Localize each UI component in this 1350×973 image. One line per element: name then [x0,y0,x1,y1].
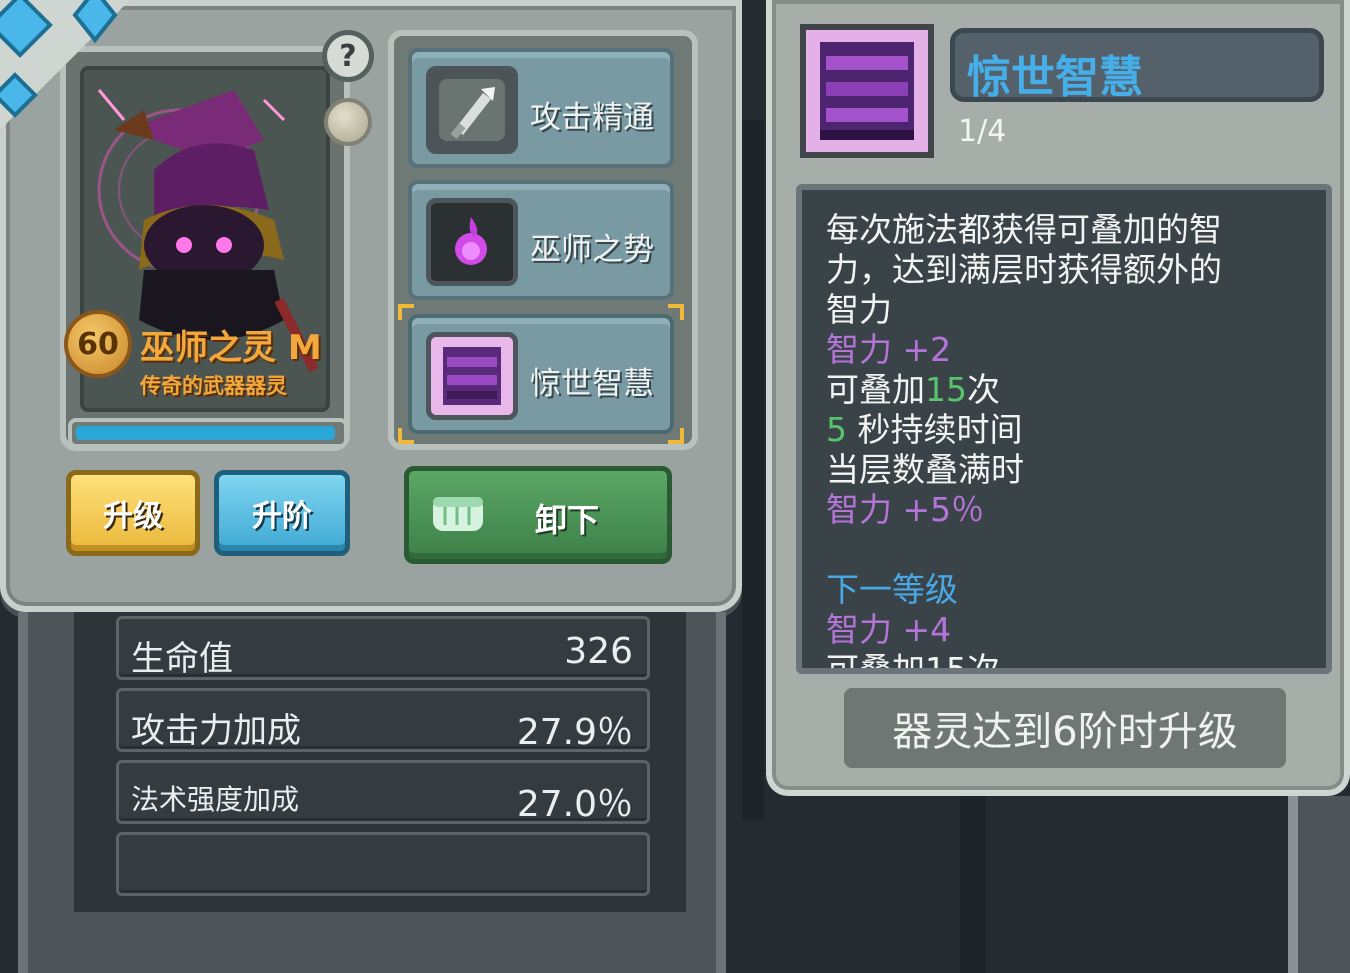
description-segment: 智力 [826,290,892,329]
stat-row-spell-power-bonus: 法术强度加成 27.0％ [116,760,650,825]
description-segment: 智力 +2 [826,330,952,369]
stat-label: 生命值 [131,639,233,679]
description-segment: 次 [967,370,1000,409]
description-segment: 智力 +4 [826,610,952,649]
description-line: 当层数叠满时 [826,450,1326,490]
skill-label: 巫师之势 [530,232,654,268]
description-line: 智力 [826,290,1326,330]
level-badge: 60 [64,310,132,378]
stat-label: 法术强度加成 [131,783,300,816]
spirit-progress-bar [68,418,348,448]
skill-list: 攻击精通 巫师之势 惊世智慧 [388,30,698,450]
description-segment: 当层数叠满时 [826,450,1024,489]
upgrade-button[interactable]: 升级 [66,470,200,556]
stat-value: 27.9％ [516,712,633,753]
unequip-button[interactable]: 卸下 [404,466,672,564]
description-segment: 秒持续时间 [847,410,1023,449]
skill-slot-attack-mastery[interactable]: 攻击精通 [408,48,674,168]
description-line [826,530,1326,570]
selection-corner [398,428,414,444]
selection-corner [668,304,684,320]
background-crack [742,120,764,820]
upgrade-requirement: 器灵达到6阶时升级 [844,688,1286,768]
description-line: 5 秒持续时间 [826,410,1326,450]
skill-label: 惊世智慧 [530,366,654,402]
description-segment: 每次施法都获得可叠加的智 [826,210,1222,249]
sword-mastery-icon [426,66,518,154]
description-segment: 15 [925,370,967,409]
spirit-rarity: 传奇的武器器灵 [140,374,287,398]
skill-slot-wizard-momentum[interactable]: 巫师之势 [408,180,674,300]
tooltip-description[interactable]: 每次施法都获得可叠加的智 力，达到满层时获得额外的 智力 智力 +2 可叠加15次 5 秒… [796,184,1332,674]
stat-row-health: 生命值 326 [116,616,650,680]
description-line: 智力 +2 [826,330,1326,370]
purple-tome-icon [426,332,518,420]
description-line: 力，达到满层时获得额外的 [826,250,1326,290]
stat-row-empty [116,832,650,896]
stat-value: 27.0％ [516,784,633,825]
description-line: 可叠加15次 [826,370,1326,410]
unequip-label: 卸下 [535,501,600,539]
help-button[interactable]: ? [322,30,374,82]
spirit-progress-fill [76,426,335,440]
skill-label: 攻击精通 [530,100,654,136]
corner-gem-decoration [0,0,130,130]
stats-list: 生命值 326 攻击力加成 27.9％ 法术强度加成 27.0％ [74,612,686,912]
description-line: 每次施法都获得可叠加的智 [826,210,1326,250]
fist-icon [433,497,483,531]
description-segment: 可叠加15次 [826,650,1000,674]
tooltip-title-box: 惊世智慧 [950,28,1324,103]
spirit-name: 巫师之灵 M [140,328,322,368]
adjacent-panel-edge [1288,796,1350,973]
stats-panel: 生命值 326 攻击力加成 27.9％ 法术强度加成 27.0％ [18,612,726,973]
stat-value: 326 [564,631,633,672]
stat-row-attack-bonus: 攻击力加成 27.9％ [116,688,650,753]
selection-corner [398,304,414,320]
description-segment: 智力 +5％ [826,490,985,529]
orb-icon[interactable] [324,98,372,146]
description-line: 智力 +4 [826,610,1326,650]
purple-tome-icon [800,24,934,158]
description-segment: 力，达到满层时获得额外的 [826,250,1222,289]
tooltip-title: 惊世智慧 [967,52,1143,103]
description-segment: 5 [826,410,847,449]
description-line: 智力 +5％ [826,490,1326,530]
advance-button[interactable]: 升阶 [214,470,350,556]
purple-flame-icon [426,198,518,286]
skill-level: 1/4 [958,114,1007,149]
description-segment: 下一等级 [826,570,958,609]
background-crack [960,796,986,973]
description-line: 下一等级 [826,570,1326,610]
skill-slot-astonishing-wisdom[interactable]: 惊世智慧 [398,304,684,444]
selection-corner [668,428,684,444]
description-segment: 可叠加 [826,370,925,409]
description-line: 可叠加15次 [826,650,1326,674]
skill-tooltip: 惊世智慧 1/4 每次施法都获得可叠加的智 力，达到满层时获得额外的 智力 智力 +2… [766,0,1350,796]
stat-label: 攻击力加成 [131,711,301,751]
